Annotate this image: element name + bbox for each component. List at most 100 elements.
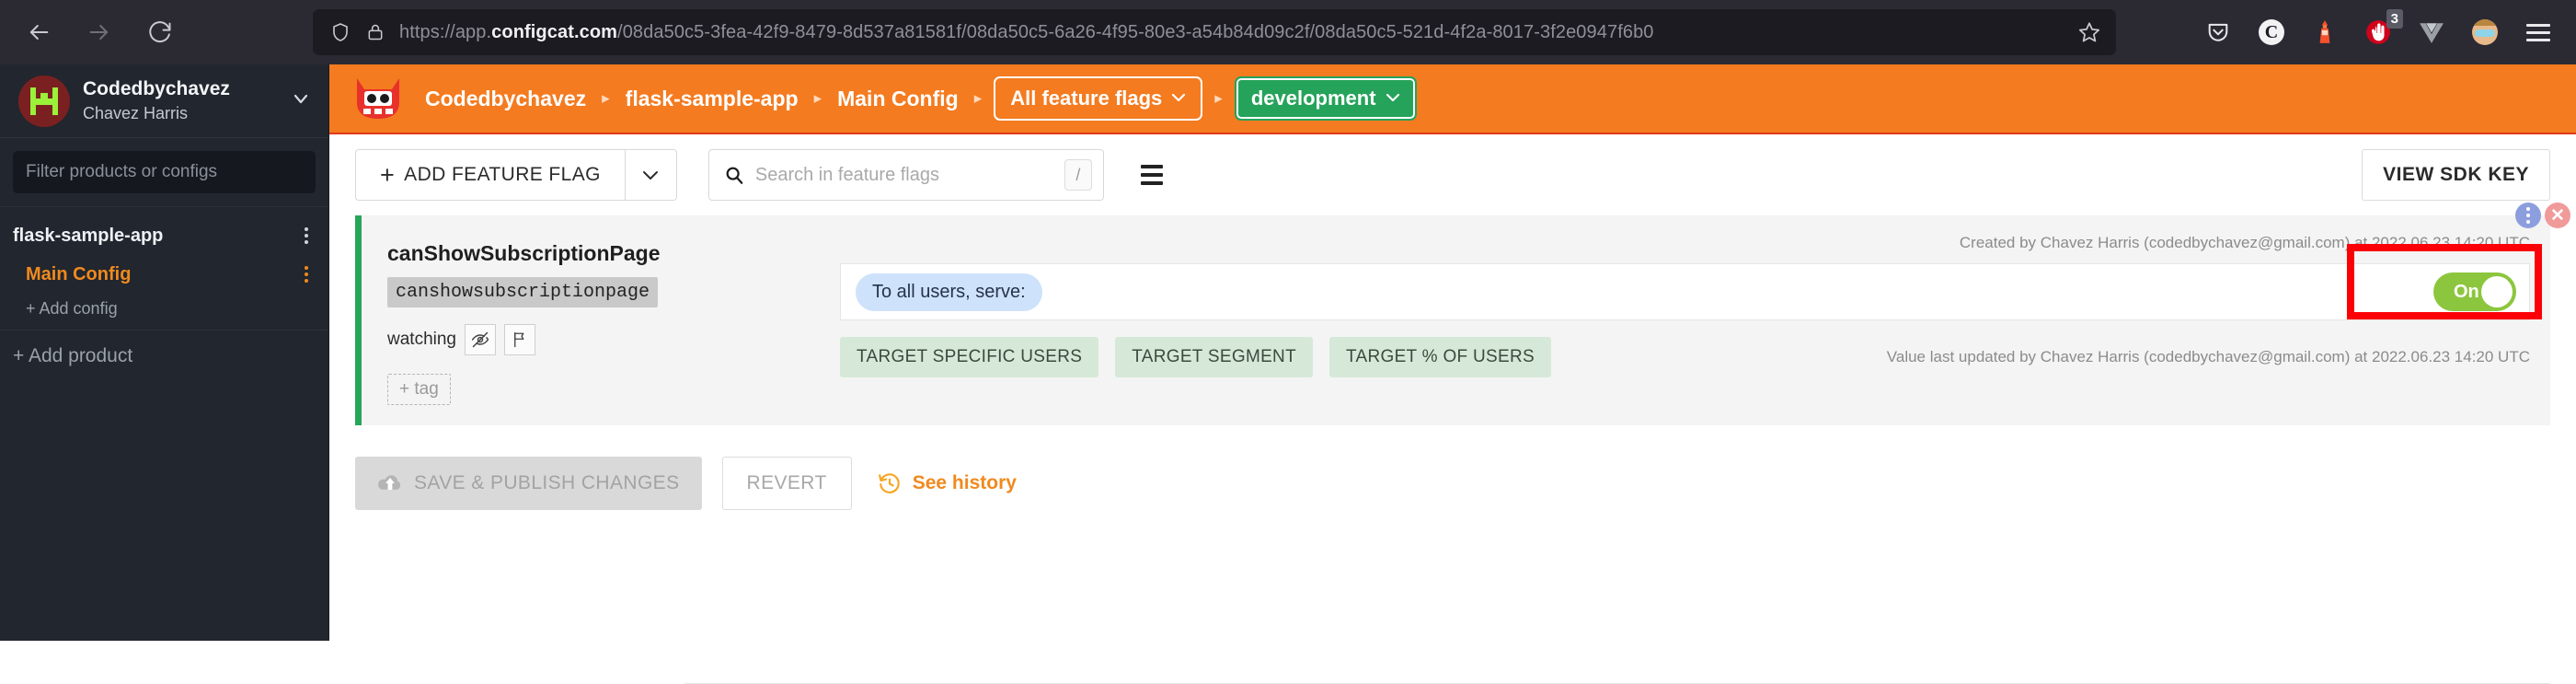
- main-content: Codedbychavez ▸ flask-sample-app ▸ Main …: [329, 64, 2576, 684]
- save-and-publish-label: SAVE & PUBLISH CHANGES: [414, 472, 680, 493]
- search-icon: [724, 165, 744, 185]
- circle-c-icon[interactable]: C: [2247, 7, 2296, 57]
- config-menu-icon[interactable]: [299, 261, 314, 288]
- eye-off-icon[interactable]: [465, 324, 496, 355]
- add-tag-button[interactable]: + tag: [387, 374, 451, 405]
- search-feature-flags-field[interactable]: /: [707, 149, 1104, 201]
- lighthouse-icon[interactable]: [2300, 7, 2350, 57]
- breadcrumb: Codedbychavez ▸ flask-sample-app ▸ Main …: [421, 76, 1417, 121]
- pocket-icon[interactable]: [2193, 7, 2243, 57]
- shield-icon[interactable]: [329, 21, 351, 43]
- feature-flag-info: canShowSubscriptionPage canshowsubscript…: [362, 236, 840, 405]
- all-feature-flags-dropdown[interactable]: All feature flags: [994, 76, 1203, 121]
- info-dots-icon[interactable]: [2515, 203, 2541, 228]
- feature-flag-key[interactable]: canshowsubscriptionpage: [387, 277, 659, 307]
- environment-dropdown[interactable]: development: [1234, 76, 1417, 121]
- lock-icon[interactable]: [366, 22, 385, 42]
- chevron-down-icon[interactable]: [290, 87, 312, 114]
- add-feature-flag-dropdown-button[interactable]: [625, 149, 677, 201]
- card-corner-icons: ✕: [2515, 203, 2570, 228]
- bookmark-star-icon[interactable]: [2077, 20, 2101, 44]
- flag-actions-row: SAVE & PUBLISH CHANGES REVERT See histor…: [329, 425, 2576, 510]
- sidebar-item-product[interactable]: flask-sample-app: [0, 216, 328, 255]
- url-host: configcat.com: [491, 21, 618, 42]
- add-feature-flag-button[interactable]: + ADD FEATURE FLAG: [355, 149, 626, 201]
- organization-meta: Codedbychavez Chavez Harris: [83, 77, 282, 125]
- profile-avatar-icon[interactable]: [2460, 7, 2510, 57]
- target-specific-users-button[interactable]: TARGET SPECIFIC USERS: [840, 337, 1099, 377]
- save-and-publish-button[interactable]: SAVE & PUBLISH CHANGES: [355, 457, 702, 510]
- watching-label: watching: [387, 330, 456, 349]
- app-topbar: Codedbychavez ▸ flask-sample-app ▸ Main …: [329, 64, 2576, 134]
- url-scheme: https://app.: [399, 21, 492, 42]
- cloud-upload-icon: [377, 472, 403, 494]
- product-label: flask-sample-app: [13, 225, 164, 246]
- toggle-knob: [2481, 276, 2513, 307]
- url-bar-icons: [329, 21, 385, 43]
- feature-flag-toggle[interactable]: On: [2433, 272, 2516, 311]
- filter-products-input[interactable]: [13, 151, 316, 193]
- sidebar-org-header[interactable]: Codedbychavez Chavez Harris: [0, 64, 328, 138]
- url-bar[interactable]: https://app.configcat.com/08da50c5-3fea-…: [313, 9, 2116, 55]
- view-sdk-key-button[interactable]: VIEW SDK KEY: [2362, 149, 2550, 201]
- breadcrumb-separator: ▸: [973, 89, 983, 107]
- reload-button[interactable]: [134, 6, 186, 58]
- avatar: [2472, 19, 2498, 45]
- revert-button[interactable]: REVERT: [721, 457, 852, 510]
- organization-name: Codedbychavez: [83, 77, 230, 99]
- view-sdk-key-label: VIEW SDK KEY: [2383, 164, 2529, 185]
- flag-icon[interactable]: [504, 324, 535, 355]
- breadcrumb-product[interactable]: flask-sample-app: [622, 87, 802, 111]
- breadcrumb-config[interactable]: Main Config: [834, 87, 962, 111]
- extension-badge-count: 3: [2386, 9, 2403, 29]
- feature-flag-list: ✕ canShowSubscriptionPage canshowsubscri…: [329, 203, 2576, 425]
- targeting-buttons-row: TARGET SPECIFIC USERS TARGET SEGMENT TAR…: [840, 337, 2550, 377]
- filter-field-wrapper: [0, 138, 328, 207]
- org-avatar-glyph: [30, 87, 58, 115]
- url-path: /08da50c5-3fea-42f9-8479-8d537a81581f/08…: [617, 21, 1654, 42]
- forward-button[interactable]: [74, 6, 125, 58]
- sidebar-item-config[interactable]: Main Config: [0, 255, 328, 294]
- flags-toolbar: + ADD FEATURE FLAG / VIEW SDK KEY: [329, 134, 2576, 215]
- see-history-link[interactable]: See history: [878, 471, 1017, 495]
- breadcrumb-organization[interactable]: Codedbychavez: [421, 87, 590, 111]
- serve-rule-row: To all users, serve: On: [840, 244, 2542, 320]
- serve-condition-label: To all users, serve:: [856, 272, 1042, 311]
- list-view-icon[interactable]: [1140, 165, 1163, 185]
- breadcrumb-separator: ▸: [813, 89, 822, 107]
- browser-extension-icons: C 3: [2193, 0, 2563, 64]
- add-product-button[interactable]: + Add product: [0, 330, 328, 382]
- browser-nav-buttons: [0, 6, 186, 58]
- breadcrumb-separator: ▸: [1214, 89, 1223, 107]
- user-name: Chavez Harris: [83, 103, 189, 122]
- sidebar: Codedbychavez Chavez Harris flask-sample…: [0, 64, 329, 641]
- chevron-down-icon: [1386, 90, 1400, 107]
- chevron-down-icon: [1171, 90, 1186, 107]
- configcat-cat-logo[interactable]: [351, 75, 405, 122]
- feature-flag-card: canShowSubscriptionPage canshowsubscript…: [355, 215, 2550, 425]
- toggle-state-label: On: [2454, 281, 2479, 302]
- red-extension-icon[interactable]: 3: [2353, 7, 2403, 57]
- organization-avatar: [18, 75, 70, 127]
- created-info: Created by Chavez Harris (codedbychavez@…: [1959, 234, 2530, 251]
- vue-devtools-icon[interactable]: [2407, 7, 2456, 57]
- close-icon[interactable]: ✕: [2545, 203, 2570, 228]
- back-button[interactable]: [13, 6, 64, 58]
- revert-label: REVERT: [746, 472, 827, 493]
- url-text: https://app.configcat.com/08da50c5-3fea-…: [399, 22, 1654, 43]
- history-clock-icon: [878, 471, 902, 495]
- target-segment-button[interactable]: TARGET SEGMENT: [1115, 337, 1313, 377]
- search-input[interactable]: [754, 164, 1064, 186]
- config-label: Main Config: [26, 263, 132, 284]
- environment-label: development: [1250, 87, 1376, 110]
- value-last-updated-info: Value last updated by Chavez Harris (cod…: [1886, 348, 2530, 365]
- plus-icon: +: [380, 160, 396, 189]
- hamburger-menu-icon[interactable]: [2513, 7, 2563, 57]
- feature-flag-settings: Created by Chavez Harris (codedbychavez@…: [840, 234, 2550, 405]
- target-percent-of-users-button[interactable]: TARGET % OF USERS: [1329, 337, 1551, 377]
- add-product-label: + Add product: [13, 345, 133, 366]
- add-feature-flag-group: + ADD FEATURE FLAG: [355, 149, 677, 201]
- product-menu-icon[interactable]: [299, 222, 314, 249]
- add-config-button[interactable]: + Add config: [0, 294, 328, 330]
- all-feature-flags-label: All feature flags: [1010, 87, 1163, 110]
